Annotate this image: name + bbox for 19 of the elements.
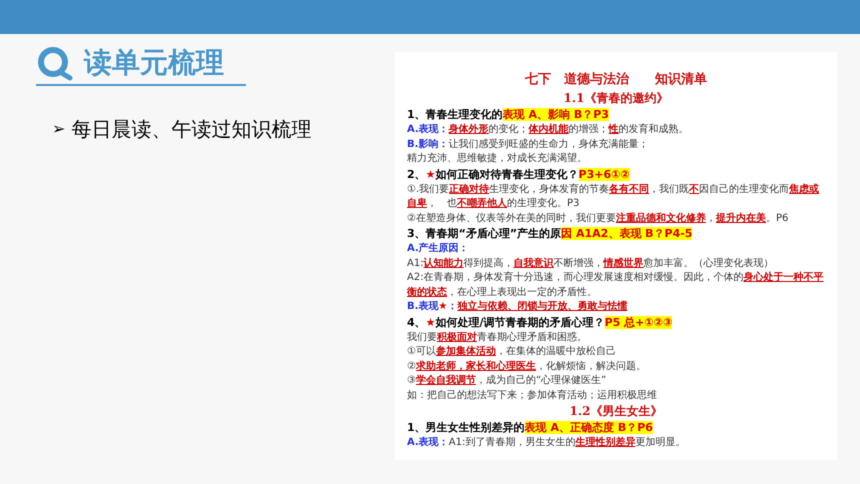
section-title: 1.1《青春的邀约》	[562, 90, 670, 107]
note-text: 如：把自己的想法写下来；参加体育活动；运用积极思维	[407, 388, 658, 402]
note-text: ①可以参加集体活动，在集体的温暖中放松自己	[407, 345, 617, 359]
note-text: ③学会自我调节，成为自己的“心理保健医生”	[407, 374, 608, 388]
slide-title: 读单元梳理	[84, 45, 224, 81]
note-text: 我们要积极面对青春期心理矛盾和困惑。	[407, 330, 588, 344]
question-heading: 3、青春期“矛盾心理”产生的原因 A1A2、表现 B？P4-5	[407, 226, 694, 242]
question-heading: 2、★如何正确对待青春生理变化？P3+6①②	[407, 166, 631, 182]
note-text: A.产生原因：	[407, 242, 470, 256]
document-title: 七下 道德与法治 知识清单	[524, 71, 708, 89]
bullet-arrow-icon: ➢	[52, 117, 66, 141]
magnifier-ring-icon	[36, 44, 74, 82]
section-title: 1.2《男生女生》	[568, 403, 664, 420]
note-text: B.影响：让我们感受到旺盛的生命力，身体充满能量；	[407, 138, 650, 152]
note-text: A.表现：身体外形的变化；体内机能的增强；性的发育和成熟。	[407, 123, 690, 137]
question-heading: 4、★如何处理/调节青春期的矛盾心理？P5 总+①②③	[407, 314, 674, 330]
note-text: 精力充沛、思维敏捷，对成长充满渴望。	[407, 152, 588, 166]
bullet-text: 每日晨读、午读过知识梳理	[71, 116, 312, 143]
note-text: A.表现：A1:到了青春期，男生女生的生理性别差异更加明显。	[407, 436, 686, 450]
